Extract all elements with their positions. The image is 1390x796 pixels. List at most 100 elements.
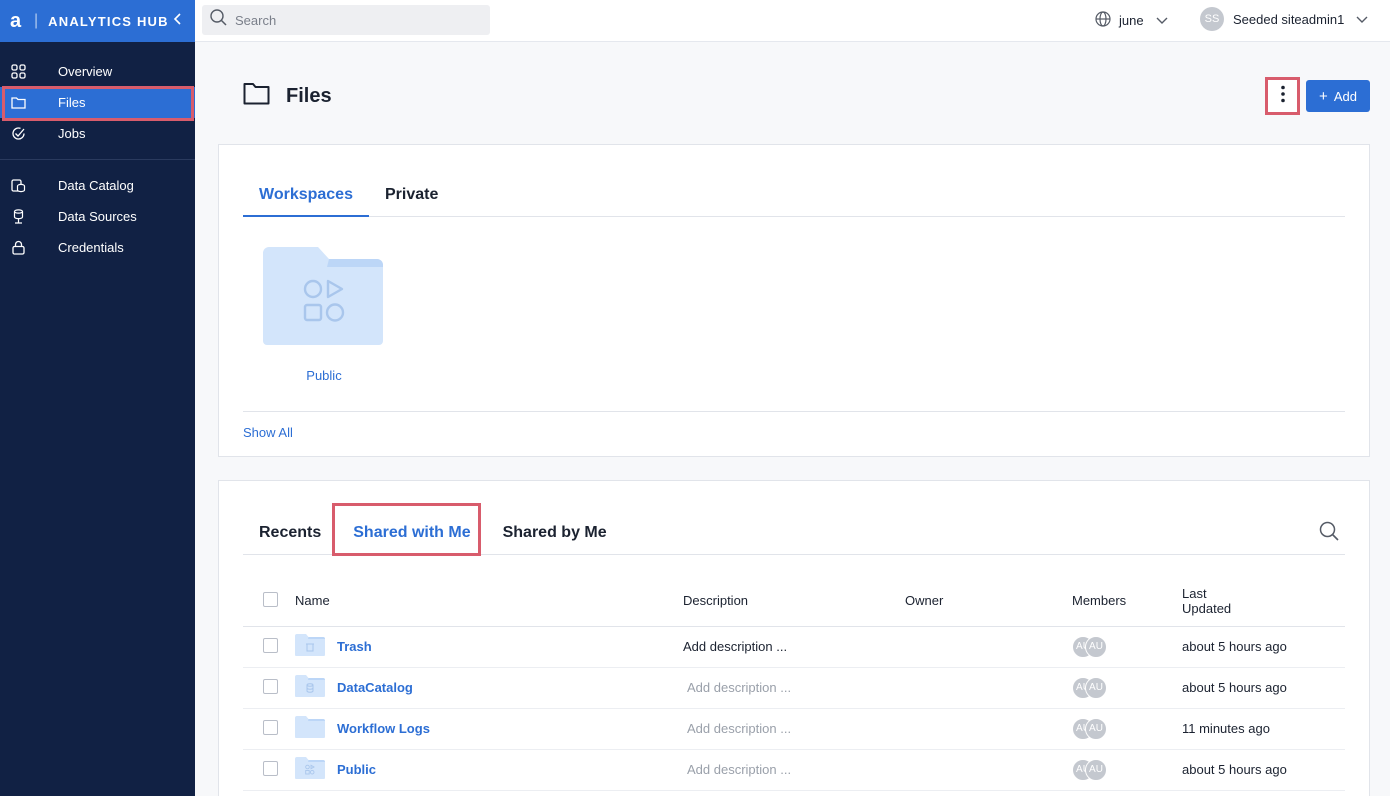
table-row[interactable]: Public Add description ... AU AU about 5…	[243, 749, 1345, 791]
tab-workspaces[interactable]: Workspaces	[243, 186, 369, 217]
select-all-cell	[243, 576, 295, 627]
folder-icon	[243, 82, 270, 110]
tab-shared-with-me[interactable]: Shared with Me	[337, 524, 486, 554]
workspace-name: june	[1119, 13, 1144, 28]
column-header-name[interactable]: Name	[295, 576, 683, 627]
sidebar-item-label: Data Sources	[58, 209, 137, 224]
column-header-owner[interactable]: Owner	[905, 576, 1072, 627]
add-description-link[interactable]: Add description ...	[683, 639, 787, 654]
folder-icon	[9, 94, 27, 112]
row-checkbox[interactable]	[263, 760, 278, 776]
sidebar-item-overview[interactable]: Overview	[0, 56, 195, 87]
description-cell: Add description ...	[683, 626, 905, 668]
add-description-link[interactable]: Add description ...	[683, 762, 791, 777]
files-card: Recents Shared with Me Shared by Me Name…	[218, 480, 1370, 796]
search-input[interactable]	[235, 12, 475, 28]
row-checkbox-cell	[243, 708, 295, 750]
divider	[243, 411, 1345, 412]
brand-name: ANALYTICS HUB	[48, 13, 169, 29]
description-cell: Add description ...	[683, 708, 905, 750]
name-cell: Trash	[295, 626, 683, 668]
sidebar-item-label: Jobs	[58, 126, 86, 141]
row-checkbox[interactable]	[263, 678, 278, 694]
sidebar-item-label: Credentials	[58, 240, 124, 255]
file-name-link[interactable]: Workflow Logs	[337, 721, 430, 736]
brand-separator: |	[34, 12, 39, 29]
grid-icon	[9, 63, 27, 81]
description-cell: Add description ...	[683, 667, 905, 709]
select-all-checkbox[interactable]	[263, 591, 278, 607]
members-cell: AU AU	[1072, 667, 1182, 709]
check-circle-icon	[9, 125, 27, 143]
last-updated-cell: about 5 hours ago	[1182, 749, 1345, 791]
column-header-description[interactable]: Description	[683, 576, 905, 627]
sidebar-item-label: Data Catalog	[58, 178, 134, 193]
search-icon[interactable]	[1319, 521, 1339, 546]
tab-shared-by-me[interactable]: Shared by Me	[487, 524, 623, 554]
data-source-icon	[9, 208, 27, 226]
member-avatar: AU	[1085, 676, 1107, 699]
name-cell: Workflow Logs	[295, 708, 683, 750]
workspace-selector[interactable]: june	[1095, 11, 1168, 30]
tab-recents[interactable]: Recents	[243, 524, 337, 554]
table-row[interactable]: Workflow Logs Add description ... AU AU …	[243, 708, 1345, 750]
search-icon	[210, 9, 227, 31]
row-checkbox[interactable]	[263, 719, 278, 735]
row-checkbox-cell	[243, 626, 295, 668]
nav-data: Data Catalog Data Sources Credentials	[0, 160, 195, 263]
owner-cell	[905, 749, 1072, 791]
globe-icon	[1095, 11, 1111, 30]
table-row[interactable]: DataCatalog Add description ... AU AU ab…	[243, 667, 1345, 709]
top-bar: june SS Seeded siteadmin1	[195, 0, 1390, 42]
row-checkbox-cell	[243, 667, 295, 709]
catalog-icon	[9, 177, 27, 195]
add-description-link[interactable]: Add description ...	[683, 680, 791, 695]
sidebar-item-jobs[interactable]: Jobs	[0, 118, 195, 149]
name-cell: DataCatalog	[295, 667, 683, 709]
brand-logo[interactable]: a	[10, 10, 28, 33]
members-cell: AU AU	[1072, 708, 1182, 750]
owner-cell	[905, 667, 1072, 709]
workspace-folder-icon	[295, 757, 325, 782]
nav-main: Overview Files Jobs	[0, 42, 195, 160]
files-table: Name Description Owner Members Last Upda…	[243, 576, 1345, 791]
file-name-link[interactable]: Public	[337, 762, 376, 777]
table-header-row: Name Description Owner Members Last Upda…	[243, 576, 1345, 627]
show-all-link[interactable]: Show All	[243, 425, 293, 440]
name-cell: Public	[295, 749, 683, 791]
collapse-sidebar-icon[interactable]	[173, 12, 183, 30]
chevron-down-icon	[1156, 13, 1168, 28]
plus-icon: +	[1319, 87, 1328, 105]
file-name-link[interactable]: Trash	[337, 639, 372, 654]
sidebar-item-data-sources[interactable]: Data Sources	[0, 201, 195, 232]
more-vertical-icon	[1280, 85, 1285, 108]
last-updated-cell: 11 minutes ago	[1182, 708, 1345, 750]
brand-bar: a | ANALYTICS HUB	[0, 0, 195, 42]
last-updated-cell: about 5 hours ago	[1182, 626, 1345, 668]
owner-cell	[905, 626, 1072, 668]
add-description-link[interactable]: Add description ...	[683, 721, 791, 736]
members-cell: AU AU	[1072, 749, 1182, 791]
tab-private[interactable]: Private	[369, 186, 454, 216]
folder-tile-label: Public	[306, 368, 342, 383]
description-cell: Add description ...	[683, 749, 905, 791]
sidebar-item-credentials[interactable]: Credentials	[0, 232, 195, 263]
member-avatar: AU	[1085, 758, 1107, 781]
sidebar-item-data-catalog[interactable]: Data Catalog	[0, 170, 195, 201]
folder-tile-public[interactable]: Public	[263, 247, 385, 383]
sidebar-item-label: Files	[58, 95, 86, 110]
table-row[interactable]: Trash Add description ... AU AU about 5 …	[243, 626, 1345, 668]
row-checkbox-cell	[243, 749, 295, 791]
file-name-link[interactable]: DataCatalog	[337, 680, 413, 695]
user-menu[interactable]: SS Seeded siteadmin1	[1200, 7, 1368, 31]
row-checkbox[interactable]	[263, 637, 278, 653]
column-header-members[interactable]: Members	[1072, 576, 1182, 627]
add-button-label: Add	[1333, 88, 1357, 104]
member-avatar: AU	[1085, 717, 1107, 740]
column-header-last-updated-line2: Updated	[1182, 600, 1232, 616]
sidebar-item-files[interactable]: Files	[0, 87, 195, 118]
column-header-last-updated[interactable]: Last Updated	[1182, 576, 1345, 627]
page-header: Files	[243, 82, 332, 110]
more-options-button[interactable]	[1265, 77, 1300, 115]
add-button[interactable]: + Add	[1306, 80, 1370, 112]
